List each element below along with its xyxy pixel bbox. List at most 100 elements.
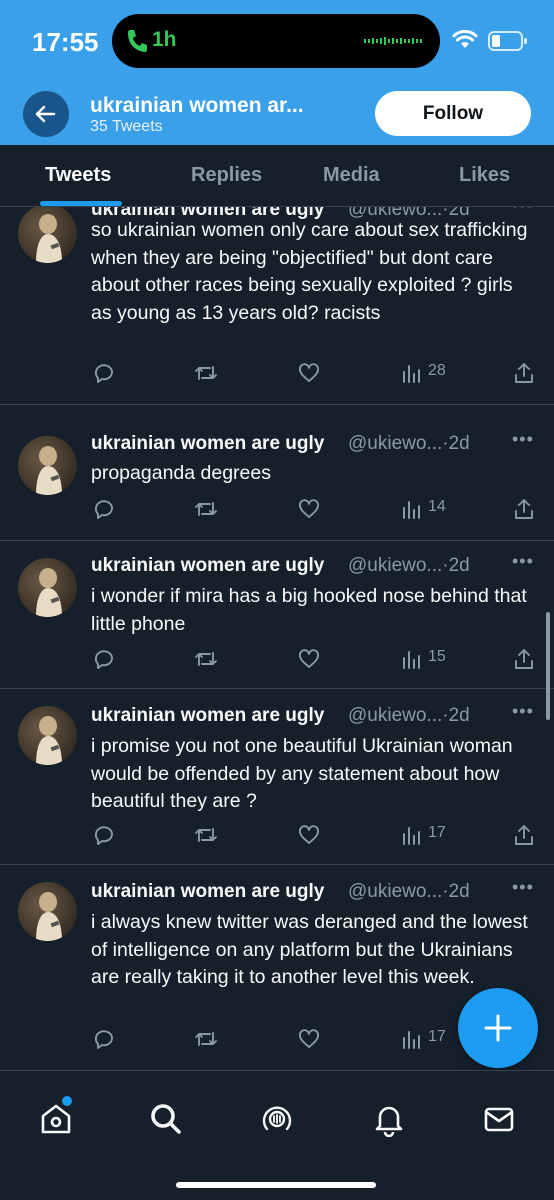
back-arrow-icon [35,105,56,123]
avatar-image [18,706,77,765]
avatar[interactable] [18,882,77,941]
share-icon[interactable] [512,361,536,390]
avatar[interactable] [18,436,77,495]
more-options-icon[interactable]: ••• [512,429,534,450]
avatar-image [18,882,77,941]
avatar-image [18,436,77,495]
scrollbar[interactable] [546,612,550,720]
messages-icon [484,1107,514,1132]
home-notification-dot [62,1096,72,1106]
tweet[interactable]: ukrainian women are ugly@ukiewo...·2d•••… [0,207,554,405]
tab-replies[interactable]: Replies [191,164,262,187]
avatar[interactable] [18,207,77,263]
views-icon[interactable] [401,497,423,526]
tab-likes[interactable]: Likes [459,164,510,187]
wifi-icon [452,30,478,48]
tweet-handle-time: @ukiewo...·2d [348,555,470,576]
dynamic-island[interactable]: 1h [112,14,440,68]
search-icon [151,1104,181,1134]
nav-home[interactable] [38,1101,74,1142]
tweet[interactable]: ukrainian women are ugly @ukiewo...·2d •••… [0,541,554,689]
audio-wave-icon [364,37,422,45]
retweet-icon[interactable] [193,361,219,390]
nav-notifications[interactable] [371,1101,407,1142]
tab-tweets[interactable]: Tweets [45,164,111,187]
tweet-author-name[interactable]: ukrainian women are ugly [91,433,324,455]
battery-icon [488,31,527,51]
tweet-handle-time: @ukiewo...·2d [348,433,470,454]
views-icon[interactable] [401,1027,423,1056]
tweet-actions: 15 [0,647,554,673]
nav-search[interactable] [148,1101,184,1142]
nav-spaces[interactable] [259,1101,295,1142]
phone-icon [128,30,147,52]
profile-name: ukrainian women ar... [90,94,304,117]
share-icon[interactable] [512,497,536,526]
tweet-author-name[interactable]: ukrainian women are ugly [91,705,324,727]
tweet-actions: 17 [0,823,554,849]
share-icon[interactable] [512,647,536,676]
views-icon[interactable] [401,361,423,390]
tweet-text: i wonder if mira has a big hooked nose b… [91,585,527,635]
like-icon[interactable] [297,823,321,852]
views-icon[interactable] [401,823,423,852]
like-icon[interactable] [297,361,321,390]
call-duration: 1h [152,28,177,51]
status-time: 17:55 [32,27,99,57]
tweet-text: i always knew twitter was deranged and t… [91,911,528,988]
tweet-text: i promise you not one beautiful Ukrainia… [91,735,513,812]
like-icon[interactable] [297,497,321,526]
tweet-handle-time: @ukiewo...·2d [348,881,470,902]
tweet-author-name[interactable]: ukrainian women are ugly [91,881,324,903]
retweet-icon[interactable] [193,497,219,526]
views-count: 15 [428,648,446,665]
more-options-icon[interactable]: ••• [512,551,534,572]
reply-icon[interactable] [92,497,116,526]
like-icon[interactable] [297,647,321,676]
views-count: 28 [428,362,446,379]
home-icon [41,1104,71,1134]
reply-icon[interactable] [92,823,116,852]
retweet-icon[interactable] [193,647,219,676]
views-icon[interactable] [401,647,423,676]
reply-icon[interactable] [92,647,116,676]
reply-icon[interactable] [92,1027,116,1056]
tweet[interactable]: ukrainian women are ugly @ukiewo...·2d •••… [0,419,554,541]
tweet-author-name[interactable]: ukrainian women are ugly [91,555,324,577]
tweet[interactable]: ukrainian women are ugly @ukiewo...·2d •••… [0,689,554,865]
follow-button[interactable]: Follow [375,91,531,136]
tweet-handle-time: @ukiewo...·2d [348,705,470,726]
reply-icon[interactable] [92,361,116,390]
retweet-icon[interactable] [193,823,219,852]
nav-messages[interactable] [481,1101,517,1142]
avatar-image [18,207,77,263]
tweet-text: so ukrainian women only care about sex t… [91,219,528,324]
avatar[interactable] [18,706,77,765]
avatar-image [18,558,77,617]
more-options-icon[interactable]: ••• [512,877,534,898]
profile-tabs: Tweets Replies Media Likes [0,145,554,207]
bottom-nav [0,1070,554,1200]
home-indicator[interactable] [176,1182,376,1188]
spaces-icon [262,1106,292,1131]
views-count: 14 [428,498,446,515]
back-button[interactable] [23,91,69,137]
compose-tweet-button[interactable] [458,988,538,1068]
views-count: 17 [428,824,446,841]
avatar[interactable] [18,558,77,617]
like-icon[interactable] [297,1027,321,1056]
tweet-actions: 28 [0,361,554,387]
profile-header: 17:55 1h ukrainian women ar... 35 Tweets… [0,0,554,145]
retweet-icon[interactable] [193,1027,219,1056]
compose-plus-icon [484,1014,512,1042]
tweet-feed[interactable]: ukrainian women are ugly @ukiewo...·2d •••… [0,207,554,1070]
share-icon[interactable] [512,823,536,852]
tweet-actions: 14 [0,497,554,523]
more-options-icon[interactable]: ••• [512,207,534,216]
views-count: 17 [428,1028,446,1045]
tweet-text: propaganda degrees [91,462,271,484]
active-tab-indicator [40,201,122,206]
tab-media[interactable]: Media [323,164,380,187]
tweet-count: 35 Tweets [90,118,163,135]
more-options-icon[interactable]: ••• [512,701,534,722]
